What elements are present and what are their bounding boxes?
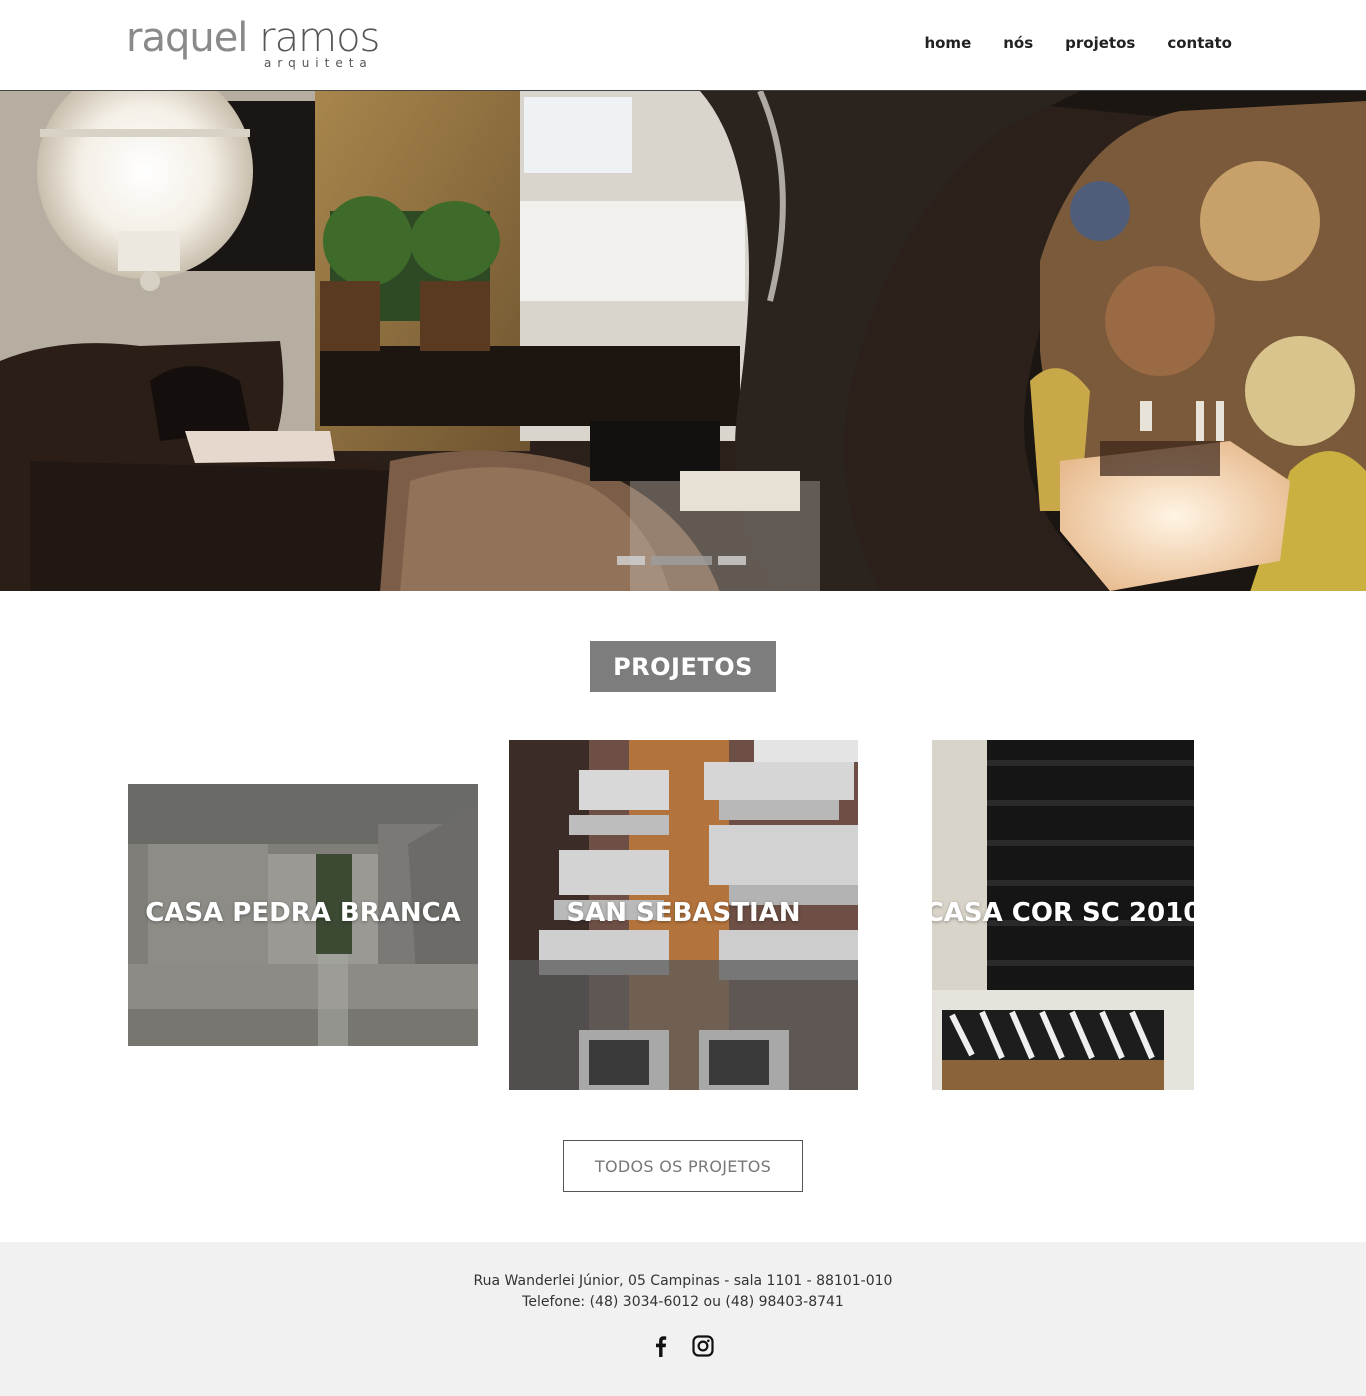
slider-dots — [617, 556, 746, 565]
nav-projetos[interactable]: projetos — [1065, 34, 1135, 52]
slider-dot-3[interactable] — [718, 556, 746, 565]
social-links — [650, 1334, 714, 1358]
nav-nos[interactable]: nós — [1003, 34, 1033, 52]
project-label-casa-pedra-branca: CASA PEDRA BRANCA — [145, 898, 461, 928]
instagram-icon[interactable] — [692, 1334, 714, 1358]
project-label-casa-cor-sc-2010: CASA COR SC 2010 — [932, 898, 1194, 928]
all-projects-button[interactable]: TODOS OS PROJETOS — [563, 1140, 803, 1192]
main-nav: home nós projetos contato — [924, 34, 1232, 52]
site-footer: Rua Wanderlei Júnior, 05 Campinas - sala… — [0, 1242, 1366, 1396]
footer-address: Rua Wanderlei Júnior, 05 Campinas - sala… — [473, 1273, 893, 1289]
slider-dot-2[interactable] — [651, 556, 712, 565]
site-header: raquel ramos arquiteta home nós projetos… — [0, 0, 1366, 90]
hero-slider[interactable] — [0, 90, 1366, 591]
project-card-san-sebastian[interactable]: SAN SEBASTIAN — [509, 740, 858, 1090]
logo[interactable]: raquel ramos arquiteta — [126, 14, 386, 74]
facebook-icon[interactable] — [650, 1334, 672, 1358]
logo-first-name: raquel — [126, 15, 248, 61]
project-card-casa-cor-sc-2010[interactable]: CASA COR SC 2010 — [932, 740, 1194, 1090]
hero-image — [0, 91, 1366, 591]
nav-contato[interactable]: contato — [1167, 34, 1232, 52]
project-label-san-sebastian: SAN SEBASTIAN — [566, 898, 801, 928]
project-card-casa-pedra-branca[interactable]: CASA PEDRA BRANCA — [128, 784, 478, 1046]
logo-last-name: ramos — [259, 15, 380, 61]
logo-subtitle: arquiteta — [264, 56, 373, 70]
nav-home[interactable]: home — [924, 34, 971, 52]
slider-dot-1[interactable] — [617, 556, 645, 565]
projects-title: PROJETOS — [590, 641, 776, 692]
logo-name: raquel ramos — [126, 14, 380, 62]
footer-phone: Telefone: (48) 3034-6012 ou (48) 98403-8… — [522, 1294, 844, 1310]
